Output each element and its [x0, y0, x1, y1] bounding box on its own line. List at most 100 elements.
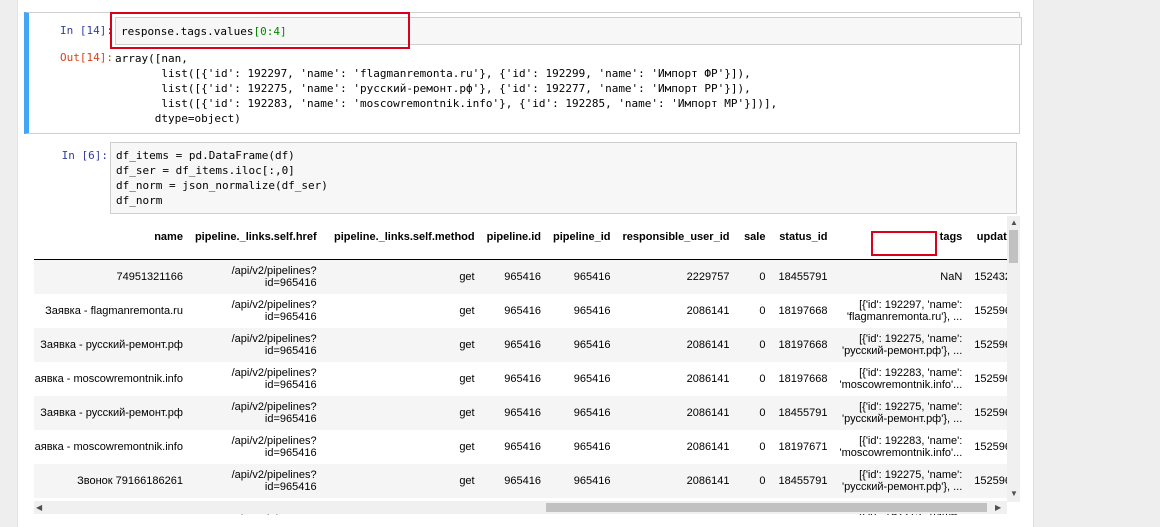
table-row: Заявка - русский-ремонт.рф/api/v2/pipeli…: [34, 396, 1020, 430]
cell-line: [{'id': 192275, 'name':: [859, 401, 963, 413]
table-cell: /api/v2/pipelines?id=965416: [188, 396, 323, 430]
cell-line: id=965416: [264, 413, 317, 425]
table-cell: [{'id': 192283, 'name':'moscowremontnik.…: [833, 430, 969, 464]
cell-line: [{'id': 192283, 'name':: [859, 367, 963, 379]
column-header[interactable]: pipeline._links.self.href: [188, 215, 323, 260]
table-cell: 2086141: [616, 294, 736, 328]
scroll-right-arrow-icon[interactable]: ▶: [995, 504, 1001, 512]
highlight-box-code: [110, 12, 410, 49]
table-cell: 0: [735, 259, 772, 294]
output-line: dtype=object): [115, 112, 241, 125]
table-cell: 18455791: [771, 259, 834, 294]
notebook-page: In [14]: response.tags.values[0:4] Out[1…: [17, 0, 1034, 527]
table-cell: 965416: [480, 328, 548, 362]
table-cell: 0: [735, 396, 772, 430]
table-cell: Заявка - flagmanremonta.ru: [34, 294, 189, 328]
table-cell: 965416: [480, 430, 548, 464]
table-cell: /api/v2/pipelines?id=965416: [188, 328, 323, 362]
cell-line: [{'id': 192275, 'name':: [859, 469, 963, 481]
cell-line: 'moscowremontnik.info'...: [839, 379, 963, 391]
table-cell: 965416: [547, 259, 617, 294]
table-cell: 18197668: [771, 362, 834, 396]
table-cell: 18197671: [771, 430, 834, 464]
cell-line: [{'id': 192275, 'name':: [859, 333, 963, 345]
table-cell: [{'id': 192297, 'name':'flagmanremonta.r…: [833, 294, 969, 328]
table-cell: NaN: [833, 259, 969, 294]
code-line: df_items = pd.DataFrame(df): [116, 149, 295, 162]
table-cell: 0: [735, 464, 772, 498]
table-cell: 965416: [547, 396, 617, 430]
table-cell: 965416: [547, 430, 617, 464]
table-cell: 965416: [480, 362, 548, 396]
column-header[interactable]: pipeline_id: [547, 215, 617, 260]
cell-line: 'moscowremontnik.info'...: [839, 447, 963, 459]
highlight-box-tags: [871, 231, 937, 256]
code-input[interactable]: df_items = pd.DataFrame(df) df_ser = df_i…: [110, 142, 1017, 214]
code-line: df_ser = df_items.iloc[:,0]: [116, 164, 295, 177]
table-cell: 18455791: [771, 396, 834, 430]
table-cell: 74951321166: [34, 259, 189, 294]
cell-line: id=965416: [264, 481, 317, 493]
table-cell: get: [322, 430, 481, 464]
scroll-left-arrow-icon[interactable]: ◀: [36, 504, 42, 512]
table-cell: 0: [735, 362, 772, 396]
vertical-scroll-thumb[interactable]: [1009, 230, 1018, 263]
in-prompt: In [14]:: [60, 24, 113, 37]
table-cell: Заявка - русский-ремонт.рф: [34, 328, 189, 362]
column-header[interactable]: responsible_user_id: [616, 215, 736, 260]
table-cell: Заявка - русский-ремонт.рф: [34, 396, 189, 430]
table-cell: 2229757: [616, 259, 736, 294]
table-cell: [{'id': 192275, 'name':'русский-ремонт.р…: [833, 396, 969, 430]
cell-line: id=965416: [264, 447, 317, 459]
table-cell: 2086141: [616, 464, 736, 498]
table-row: Заявка - русский-ремонт.рф/api/v2/pipeli…: [34, 328, 1020, 362]
code-cell-1[interactable]: In [14]: response.tags.values[0:4] Out[1…: [24, 12, 1022, 134]
table-cell: /api/v2/pipelines?id=965416: [188, 430, 323, 464]
cell-line: /api/v2/pipelines?: [231, 333, 317, 345]
horizontal-scroll-thumb[interactable]: [546, 503, 987, 512]
output-line: list([{'id': 192297, 'name': 'flagmanrem…: [115, 67, 751, 80]
table-cell: Заявка - moscowremontnik.info: [34, 430, 189, 464]
scroll-up-arrow-icon[interactable]: ▲: [1010, 219, 1018, 227]
cell-line: /api/v2/pipelines?: [231, 367, 317, 379]
cell-line: /api/v2/pipelines?: [231, 265, 317, 277]
cell-line: 'русский-ремонт.рф'}, ...: [841, 345, 963, 357]
cell-line: /api/v2/pipelines?: [231, 435, 317, 447]
table-cell: 18197668: [771, 294, 834, 328]
horizontal-scrollbar[interactable]: ◀ ▶: [34, 501, 1007, 514]
column-header[interactable]: status_id: [771, 215, 834, 260]
code-line: df_norm = json_normalize(df_ser): [116, 179, 328, 192]
table-cell: 0: [735, 294, 772, 328]
table-cell: get: [322, 294, 481, 328]
code-cell-2[interactable]: In [6]: df_items = pd.DataFrame(df) df_se…: [24, 142, 1020, 527]
column-header[interactable]: name: [34, 215, 189, 260]
table-cell: Заявка - moscowremontnik.info: [34, 362, 189, 396]
cell-line: [{'id': 192283, 'name':: [859, 435, 963, 447]
cell-line: id=965416: [264, 311, 317, 323]
table-cell: 965416: [547, 362, 617, 396]
column-header[interactable]: pipeline.id: [480, 215, 548, 260]
table-cell: [{'id': 192283, 'name':'moscowremontnik.…: [833, 362, 969, 396]
cell-line: /api/v2/pipelines?: [231, 401, 317, 413]
output-line: array([nan,: [115, 52, 188, 65]
vertical-scrollbar[interactable]: ▲ ▼: [1007, 216, 1020, 502]
output-line: list([{'id': 192275, 'name': 'русский-ре…: [115, 82, 751, 95]
table-row: 74951321166/api/v2/pipelines? id=965416 ge…: [34, 259, 1020, 294]
table-cell: 0: [735, 430, 772, 464]
table-row: Заявка - flagmanremonta.ru/api/v2/pipeli…: [34, 294, 1020, 328]
dataframe-table: name pipeline._links.self.href pipeline._l…: [34, 215, 1020, 515]
table-cell: 2086141: [616, 430, 736, 464]
table-cell: /api/v2/pipelines?id=965416: [188, 259, 323, 294]
cell-line: [{'id': 192297, 'name':: [859, 299, 963, 311]
scroll-down-arrow-icon[interactable]: ▼: [1010, 490, 1018, 498]
column-header[interactable]: pipeline._links.self.method: [322, 215, 481, 260]
column-header[interactable]: sale: [735, 215, 772, 260]
cell-line: 'русский-ремонт.рф'}, ...: [841, 481, 963, 493]
table-cell: 965416: [480, 464, 548, 498]
table-cell: get: [322, 464, 481, 498]
cell-line: /api/v2/pipelines?: [231, 299, 317, 311]
table-row: Звонок 79166186261/api/v2/pipelines? id=9…: [34, 464, 1020, 498]
table-cell: 965416: [480, 396, 548, 430]
table-cell: 2086141: [616, 328, 736, 362]
table-cell: 2086141: [616, 396, 736, 430]
